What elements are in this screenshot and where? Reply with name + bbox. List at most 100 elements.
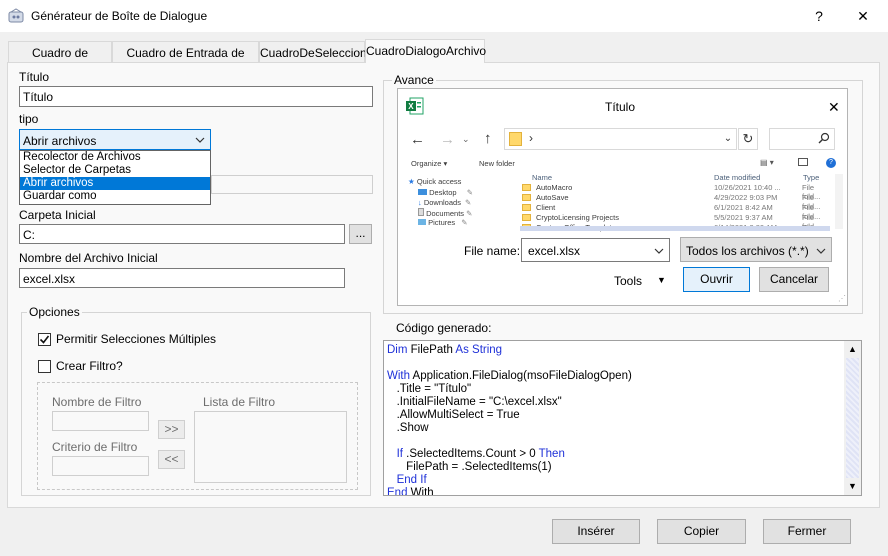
close-button[interactable]: ✕ — [840, 4, 886, 28]
picture-icon — [418, 219, 426, 225]
tab-label: CuadroDialogoArchivo — [366, 44, 487, 58]
tab-cuadro-seleccion[interactable]: CuadroDeSeleccion — [259, 41, 367, 62]
remove-filter-button[interactable]: << — [158, 450, 185, 469]
back-arrow-icon: ← — [410, 131, 425, 148]
crear-filtro-checkbox[interactable] — [38, 360, 51, 373]
code-line: .Title = "Título" — [387, 383, 472, 395]
checkmark-icon — [39, 335, 50, 344]
pin-icon: ✎ — [466, 209, 473, 218]
organize-menu[interactable]: Organize ▾ — [411, 159, 447, 168]
horizontal-scrollbar[interactable] — [520, 226, 830, 231]
column-header-date[interactable]: Date modified — [714, 173, 760, 182]
code-textbox[interactable]: Dim FilePath As String With Application.… — [383, 340, 862, 496]
tipo-select-value: Abrir archivos — [23, 134, 97, 148]
nombre-archivo-input[interactable]: excel.xlsx — [19, 268, 345, 288]
carpeta-label: Carpeta Inicial — [19, 208, 96, 222]
tipo-dropdown-list: Recolector de Archivos Selector de Carpe… — [19, 150, 211, 205]
title-bar: Générateur de Boîte de Dialogue ? ✕ — [0, 0, 888, 32]
address-bar[interactable]: › — [504, 128, 737, 150]
nav-item-label: Desktop — [429, 188, 457, 197]
new-folder-button[interactable]: New folder — [479, 159, 515, 168]
address-dropdown[interactable]: ⌄ — [718, 128, 738, 150]
file-name-value: excel.xlsx — [528, 244, 581, 258]
scroll-thumb[interactable] — [846, 358, 859, 478]
column-header-name[interactable]: Name — [532, 173, 552, 182]
preview-pane-icon — [798, 158, 808, 166]
document-icon — [418, 208, 424, 216]
nombre-filtro-input — [52, 411, 149, 431]
scroll-down-icon[interactable]: ▼ — [848, 481, 857, 491]
nav-item-quick-access[interactable]: ★ Quick access — [408, 177, 461, 186]
chevron-down-icon — [654, 245, 664, 259]
forward-arrow-icon: → — [440, 131, 455, 148]
app-icon — [8, 8, 24, 24]
up-arrow-icon: ↑ — [484, 130, 492, 147]
nav-item-label: Downloads — [423, 198, 461, 207]
nav-item-desktop[interactable]: Desktop ✎ — [418, 188, 473, 197]
file-date: 4/29/2022 9:03 PM — [714, 193, 778, 202]
close-dialog-button[interactable]: Fermer — [763, 519, 851, 544]
help-button[interactable]: ? — [796, 4, 842, 28]
vertical-scrollbar[interactable] — [835, 174, 843, 229]
search-box[interactable] — [769, 128, 835, 150]
tools-caret-icon: ▼ — [657, 275, 666, 285]
file-row[interactable]: Client 6/1/2021 8:42 AM File fold... — [522, 203, 832, 221]
column-header-type[interactable]: Type — [803, 173, 819, 182]
file-name: AutoSave — [536, 193, 569, 202]
nav-item-downloads[interactable]: ↓ Downloads ✎ — [418, 198, 471, 207]
scroll-up-icon[interactable]: ▲ — [848, 344, 857, 354]
tab-cuadro-dialogo-archivo[interactable]: CuadroDialogoArchivo — [365, 39, 487, 63]
criterio-filtro-label: Criterio de Filtro — [52, 440, 138, 454]
opciones-title: Opciones — [27, 305, 82, 319]
window-title: Générateur de Boîte de Dialogue — [31, 9, 208, 23]
preview-dialog-title: Título — [605, 100, 636, 114]
dropdown-option[interactable]: Selector de Carpetas — [20, 164, 210, 177]
pin-icon: ✎ — [461, 218, 468, 227]
folder-icon — [522, 214, 531, 221]
tab-cuadro-entrada[interactable]: Cuadro de Entrada de Texto — [112, 41, 259, 74]
dropdown-option[interactable]: Guardar como — [20, 190, 210, 203]
nav-item-pictures[interactable]: Pictures ✎ — [418, 218, 468, 227]
add-filter-button[interactable]: >> — [158, 420, 185, 439]
preview-close-icon: ✕ — [828, 99, 840, 115]
chevron-right-icon: › — [529, 131, 533, 145]
download-icon: ↓ — [418, 198, 422, 207]
copy-button[interactable]: Copier — [657, 519, 746, 544]
folder-icon — [522, 184, 531, 191]
tab-cuadro-mensaje[interactable]: Cuadro de Mensaje — [8, 41, 112, 74]
preview-cancel-button[interactable]: Cancelar — [759, 267, 829, 292]
nav-item-label: Documents — [426, 209, 465, 218]
nav-item-documents[interactable]: Documents ✎ — [418, 208, 472, 218]
titulo-label: Título — [19, 70, 50, 84]
lista-filtro-label: Lista de Filtro — [203, 395, 276, 409]
dropdown-option[interactable]: Recolector de Archivos — [20, 151, 210, 164]
tipo-label: tipo — [19, 112, 39, 126]
code-line: End If — [396, 474, 427, 486]
dropdown-option-selected[interactable]: Abrir archivos — [20, 177, 210, 190]
browse-button[interactable]: ... — [349, 224, 372, 244]
carpeta-input[interactable]: C: — [19, 224, 345, 244]
file-name: CryptoLicensing Projects — [536, 213, 619, 222]
file-date: 6/1/2021 8:42 AM — [714, 203, 773, 212]
file-name-combo[interactable]: excel.xlsx — [521, 238, 670, 262]
tools-menu[interactable]: Tools — [614, 274, 642, 288]
recent-chevron-icon: ⌄ — [462, 134, 470, 144]
insert-button[interactable]: Insérer — [552, 519, 640, 544]
multi-select-label: Permitir Selecciones Múltiples — [56, 332, 217, 346]
code-scrollbar[interactable]: ▲ ▼ — [844, 341, 861, 495]
titulo-input[interactable]: Título — [19, 86, 373, 107]
file-row[interactable]: CryptoLicensing Projects 5/5/2021 9:37 A… — [522, 213, 832, 231]
refresh-button[interactable]: ↻ — [738, 128, 758, 150]
preview-open-button[interactable]: Ouvrir — [683, 267, 750, 292]
crear-filtro-label: Crear Filtro? — [56, 359, 123, 373]
folder-icon — [522, 204, 531, 211]
tipo-select[interactable]: Abrir archivos — [19, 129, 211, 150]
multi-select-checkbox[interactable] — [38, 333, 51, 346]
file-type-filter[interactable]: Todos los archivos (*.*) — [680, 237, 832, 262]
file-row[interactable]: AutoSave 4/29/2022 9:03 PM File fold... — [522, 193, 832, 211]
file-row[interactable]: AutoMacro 10/26/2021 10:40 ... File fold… — [522, 183, 832, 201]
pin-icon: ✎ — [465, 198, 472, 207]
nav-item-label: Quick access — [416, 177, 462, 186]
